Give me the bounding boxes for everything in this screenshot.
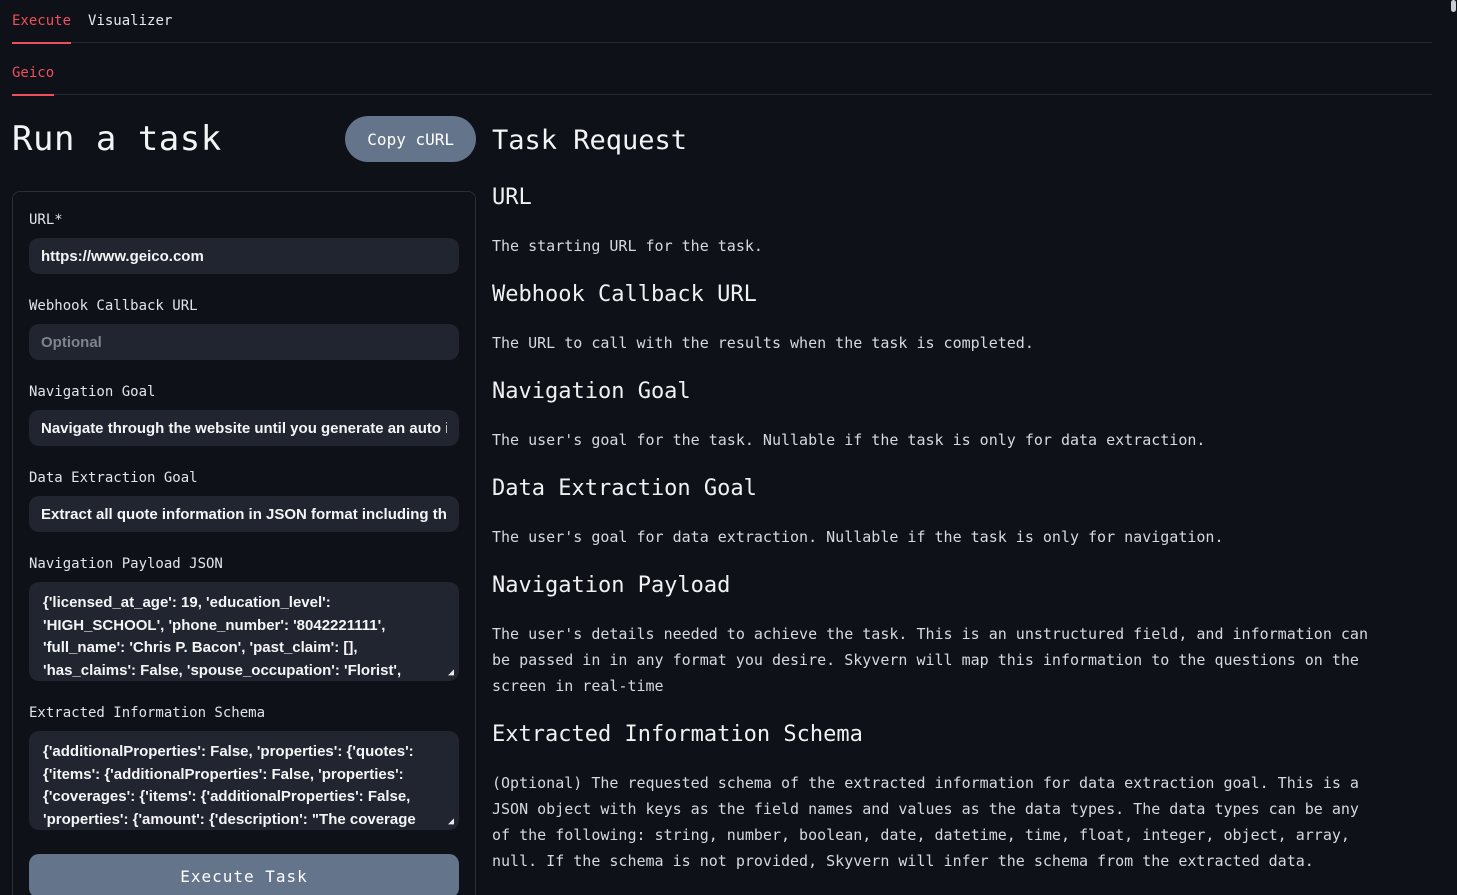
doc-heading: Data Extraction Goal [492, 476, 1376, 502]
extracted-schema-label: Extracted Information Schema [29, 705, 459, 721]
extracted-schema-field-group: Extracted Information Schema {'additiona… [29, 705, 459, 830]
doc-heading: Navigation Goal [492, 379, 1376, 405]
data-extraction-goal-label: Data Extraction Goal [29, 470, 459, 486]
webhook-input[interactable] [29, 324, 459, 360]
doc-section-navigation-payload: Navigation Payload The user's details ne… [492, 573, 1376, 699]
tab-visualizer[interactable]: Visualizer [88, 13, 172, 30]
copy-curl-button[interactable]: Copy cURL [345, 116, 476, 162]
main-content: Run a task Copy cURL URL* Webhook Callba… [12, 95, 1432, 895]
doc-heading: Navigation Payload [492, 573, 1376, 599]
webhook-label: Webhook Callback URL [29, 298, 459, 314]
scrollbar-thumb[interactable] [1451, 0, 1456, 12]
doc-body: The user's goal for the task. Nullable i… [492, 427, 1376, 453]
data-extraction-goal-field-group: Data Extraction Goal [29, 470, 459, 532]
data-extraction-goal-input[interactable] [29, 496, 459, 532]
doc-body: The starting URL for the task. [492, 233, 1376, 259]
url-input[interactable] [29, 238, 459, 274]
doc-body: The URL to call with the results when th… [492, 330, 1376, 356]
doc-section-extracted-schema: Extracted Information Schema (Optional) … [492, 722, 1376, 874]
navigation-goal-input[interactable] [29, 410, 459, 446]
main-tab-bar: Execute Visualizer [12, 0, 1432, 43]
doc-section-url: URL The starting URL for the task. [492, 185, 1376, 259]
doc-body: The user's goal for data extraction. Nul… [492, 524, 1376, 550]
doc-heading: Extracted Information Schema [492, 722, 1376, 748]
doc-heading: URL [492, 185, 1376, 211]
task-form-card: URL* Webhook Callback URL Navigation Goa… [12, 191, 476, 895]
doc-body: The user's details needed to achieve the… [492, 621, 1376, 699]
docs-title: Task Request [492, 125, 1432, 157]
docs-column: Task Request URL The starting URL for th… [492, 95, 1432, 895]
navigation-goal-field-group: Navigation Goal [29, 384, 459, 446]
app-page: Execute Visualizer Geico Run a task Copy… [0, 0, 1457, 895]
url-field-group: URL* [29, 212, 459, 274]
doc-heading: Webhook Callback URL [492, 282, 1376, 308]
doc-body: (Optional) The requested schema of the e… [492, 770, 1376, 874]
page-title: Run a task [12, 119, 222, 159]
webhook-field-group: Webhook Callback URL [29, 298, 459, 360]
tab-execute[interactable]: Execute [12, 13, 71, 30]
doc-section-navigation-goal: Navigation Goal The user's goal for the … [492, 379, 1376, 453]
doc-section-webhook: Webhook Callback URL The URL to call wit… [492, 282, 1376, 356]
url-label: URL* [29, 212, 459, 228]
tab-geico[interactable]: Geico [12, 65, 54, 82]
execute-task-button[interactable]: Execute Task [29, 854, 459, 895]
task-tab-bar: Geico [12, 43, 1432, 95]
navigation-payload-label: Navigation Payload JSON [29, 556, 459, 572]
task-form-column: Run a task Copy cURL URL* Webhook Callba… [12, 95, 476, 895]
navigation-goal-label: Navigation Goal [29, 384, 459, 400]
navigation-payload-field-group: Navigation Payload JSON {'licensed_at_ag… [29, 556, 459, 681]
extracted-schema-textarea[interactable]: {'additionalProperties': False, 'propert… [29, 731, 459, 830]
form-header: Run a task Copy cURL [12, 115, 476, 163]
navigation-payload-textarea[interactable]: {'licensed_at_age': 19, 'education_level… [29, 582, 459, 681]
doc-section-data-extraction-goal: Data Extraction Goal The user's goal for… [492, 476, 1376, 550]
